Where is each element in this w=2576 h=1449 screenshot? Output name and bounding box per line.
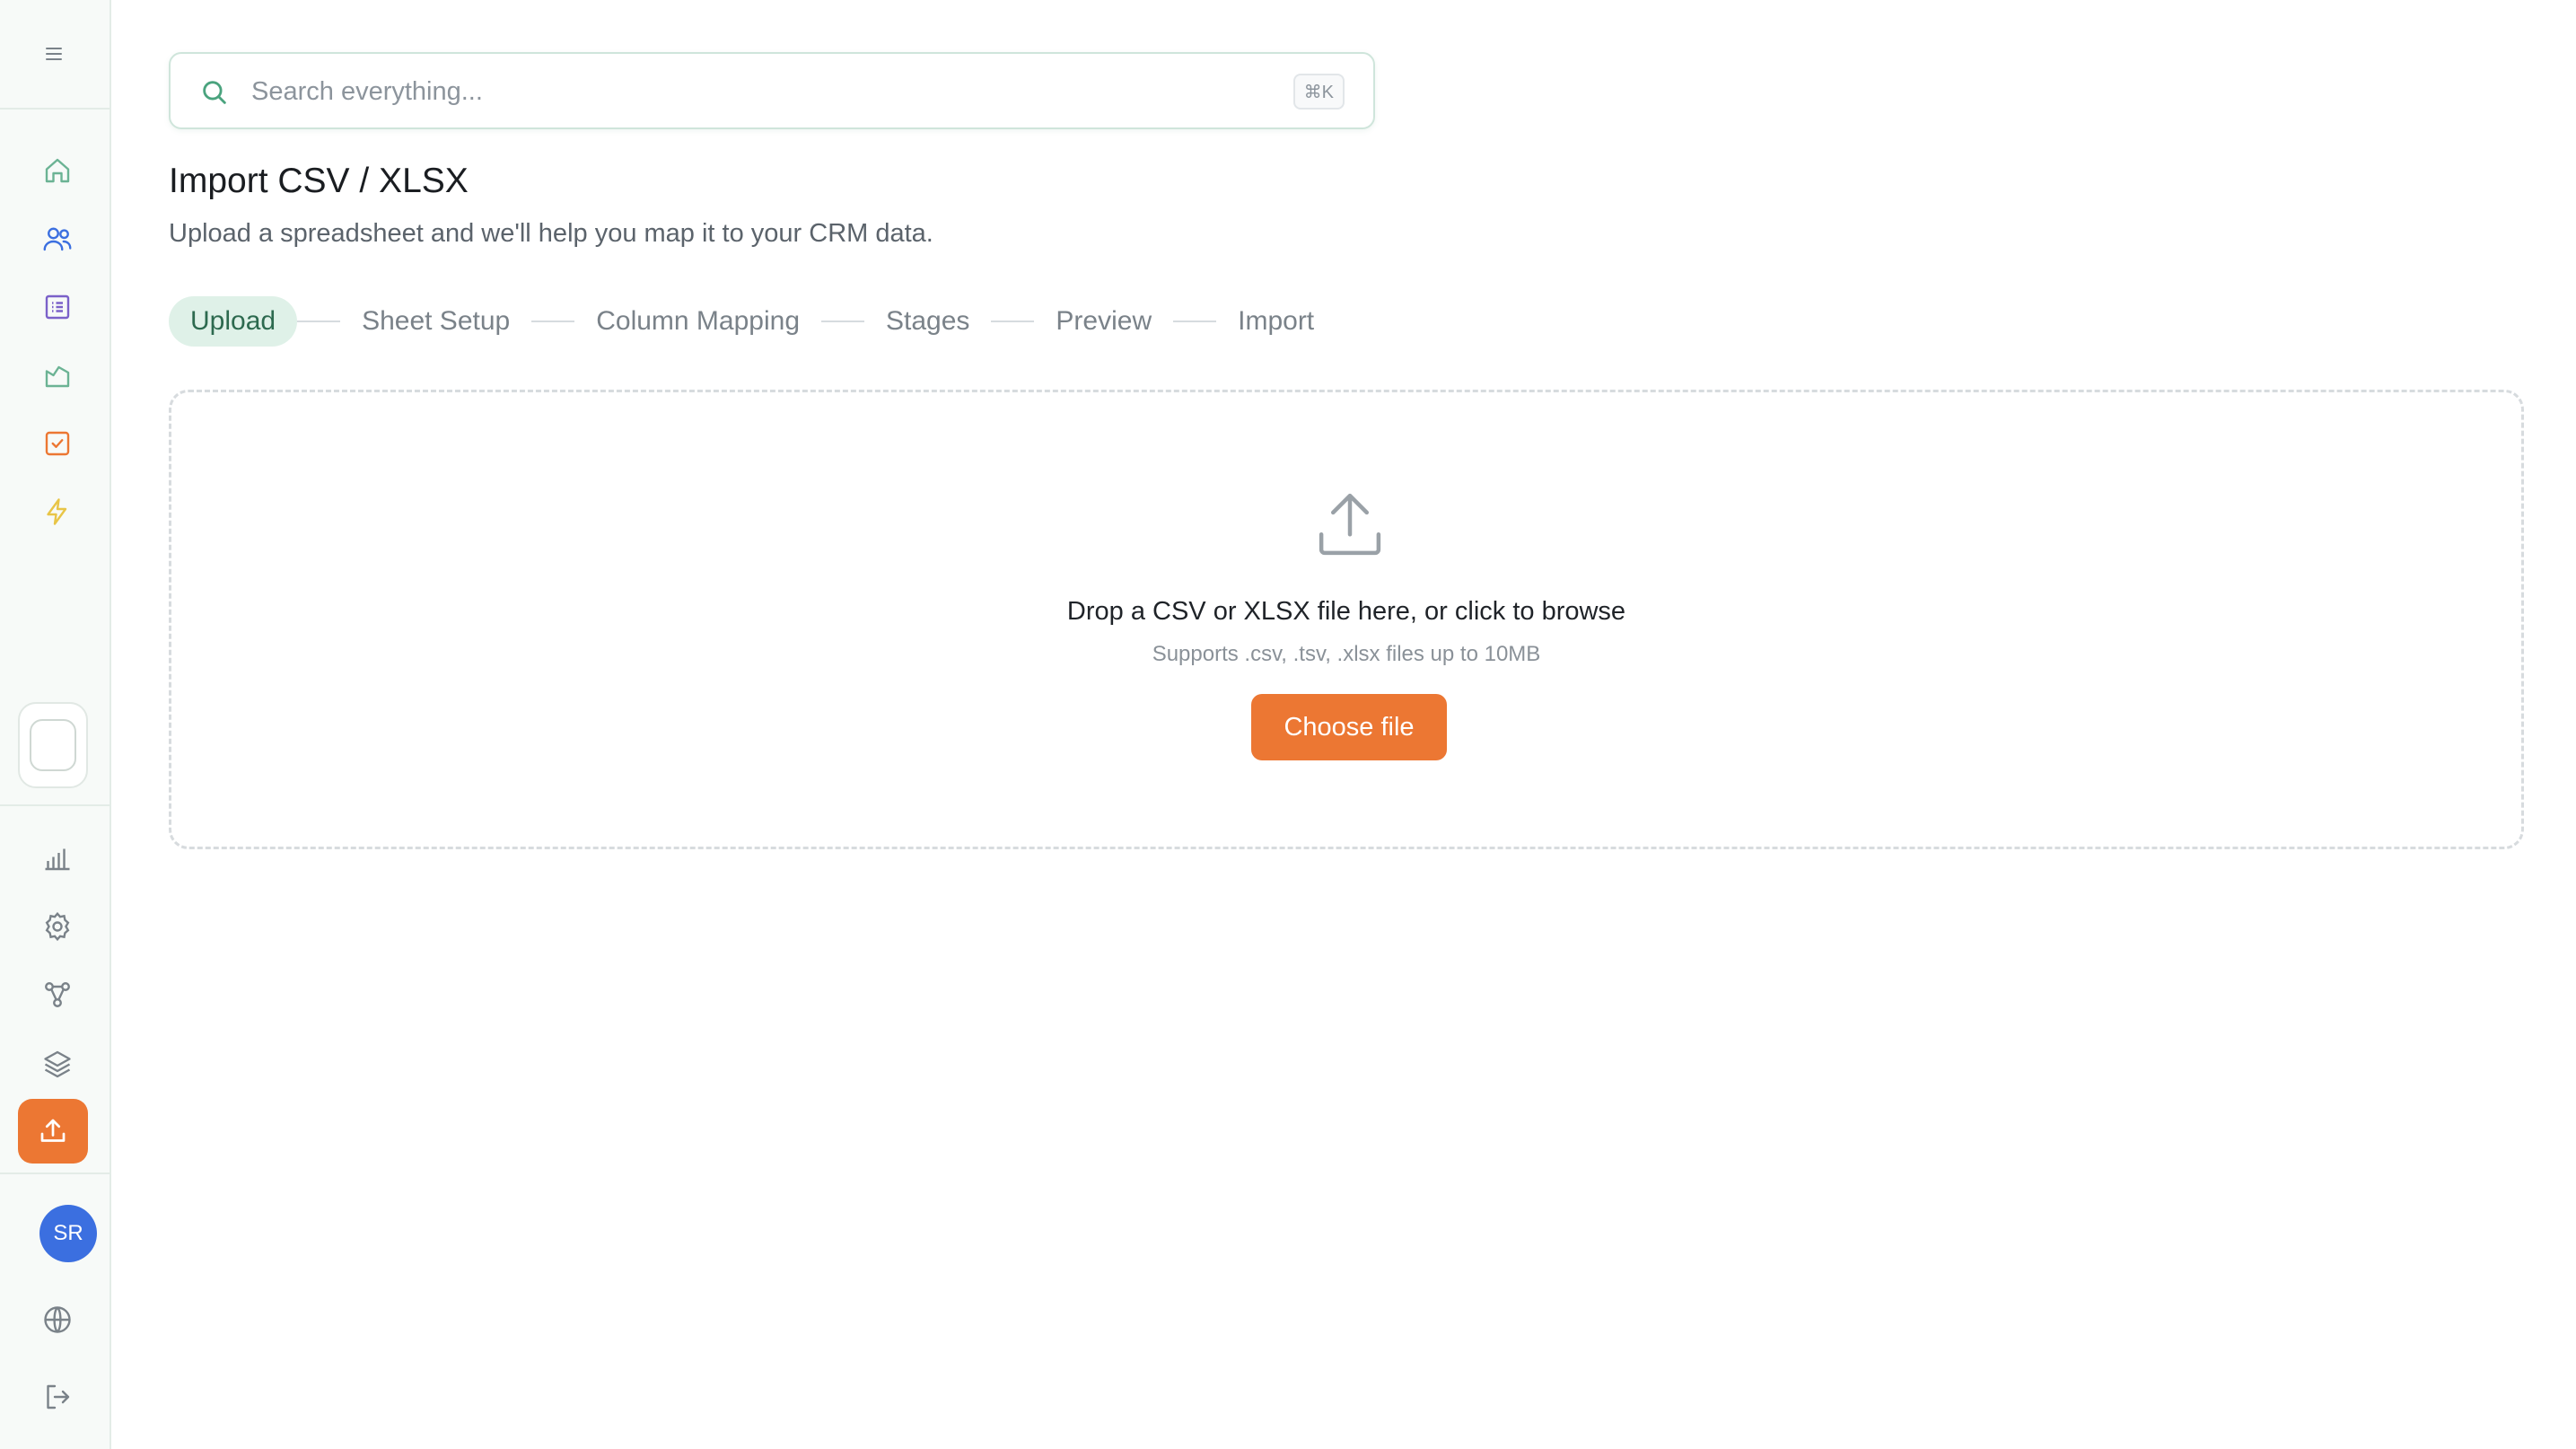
step-separator: [1173, 321, 1217, 322]
step-upload[interactable]: Upload: [169, 296, 298, 347]
reports-icon[interactable]: [38, 839, 77, 878]
dropzone-hint: Supports .csv, .tsv, .xlsx files up to 1…: [1152, 642, 1541, 666]
step-import[interactable]: Import: [1216, 296, 1336, 347]
settings-icon[interactable]: [38, 907, 77, 946]
dropzone-title: Drop a CSV or XLSX file here, or click t…: [1066, 597, 1626, 626]
import-nav-button[interactable]: [18, 1099, 88, 1164]
step-preview[interactable]: Preview: [1034, 296, 1173, 347]
theme-toggle-knob: [30, 719, 76, 771]
page-subtitle: Upload a spreadsheet and we'll help you …: [169, 219, 933, 248]
menu-icon[interactable]: [36, 36, 72, 72]
avatar[interactable]: SR: [39, 1205, 97, 1262]
step-separator: [297, 321, 341, 322]
step-separator: [531, 321, 575, 322]
file-dropzone[interactable]: Drop a CSV or XLSX file here, or click t…: [169, 390, 2524, 849]
search-icon: [203, 81, 226, 104]
upload-icon: [1319, 493, 1381, 556]
sidebar-divider: [0, 1172, 110, 1174]
automation-icon[interactable]: [38, 492, 77, 531]
import-stepper: Upload Sheet Setup Column Mapping Stages…: [169, 296, 1336, 347]
integrations-icon[interactable]: [38, 975, 77, 1014]
tasks-icon[interactable]: [38, 424, 77, 463]
globe-icon[interactable]: [38, 1300, 77, 1339]
step-separator: [991, 321, 1035, 322]
step-column-mapping[interactable]: Column Mapping: [574, 296, 821, 347]
search-bar[interactable]: ⌘K: [169, 52, 1375, 129]
logout-icon[interactable]: [38, 1377, 77, 1417]
sidebar-divider: [0, 108, 110, 110]
list-icon[interactable]: [38, 287, 77, 327]
page-title: Import CSV / XLSX: [169, 162, 469, 200]
sidebar-divider: [0, 804, 110, 806]
search-shortcut-badge: ⌘K: [1292, 74, 1345, 110]
upload-icon: [40, 1119, 66, 1142]
deals-icon[interactable]: [38, 356, 77, 395]
layers-icon[interactable]: [38, 1043, 77, 1083]
step-sheet-setup[interactable]: Sheet Setup: [340, 296, 531, 347]
step-separator: [821, 321, 865, 322]
contacts-icon[interactable]: [38, 219, 77, 259]
sidebar: SR: [0, 0, 111, 1449]
search-input[interactable]: [251, 68, 1239, 115]
theme-toggle[interactable]: [18, 702, 88, 788]
step-stages[interactable]: Stages: [864, 296, 991, 347]
home-icon[interactable]: [38, 151, 77, 190]
choose-file-button[interactable]: Choose file: [1251, 694, 1447, 760]
